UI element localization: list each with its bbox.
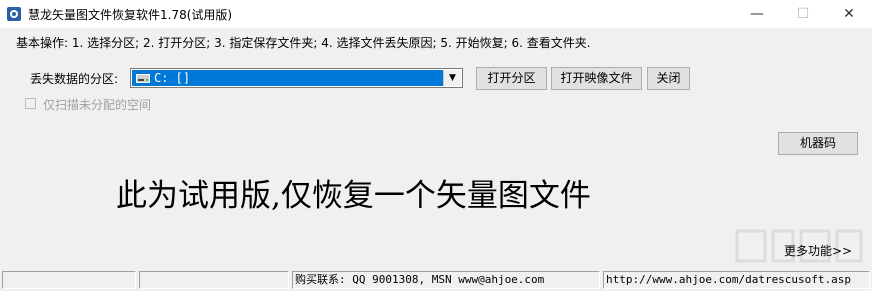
open-image-file-button[interactable]: 打开映像文件 bbox=[551, 67, 642, 90]
status-pane-2 bbox=[139, 271, 289, 289]
scan-unallocated-label: 仅扫描未分配的空间 bbox=[43, 98, 152, 112]
partition-selected-value: C: [] bbox=[132, 70, 443, 86]
minimize-button[interactable]: — bbox=[734, 0, 780, 28]
machine-code-button[interactable]: 机器码 bbox=[778, 132, 858, 155]
more-features-link[interactable]: 更多功能>> bbox=[784, 242, 852, 259]
drive-icon bbox=[136, 74, 150, 83]
title-bar: 慧龙矢量图文件恢复软件1.78(试用版) — ☐ ✕ bbox=[0, 0, 872, 28]
status-bar: 购买联系: QQ 9001308, MSN www@ahjoe.com http… bbox=[0, 268, 872, 291]
partition-select[interactable]: C: [] ▼ bbox=[130, 68, 463, 88]
trial-banner: 此为试用版,仅恢复一个矢量图文件 bbox=[116, 178, 591, 214]
status-contact: 购买联系: QQ 9001308, MSN www@ahjoe.com bbox=[292, 271, 600, 289]
scan-unallocated-checkbox[interactable] bbox=[25, 98, 36, 109]
close-window-button[interactable]: ✕ bbox=[826, 0, 872, 28]
open-partition-button[interactable]: 打开分区 bbox=[476, 67, 547, 90]
instructions-text: 基本操作: 1. 选择分区; 2. 打开分区; 3. 指定保存文件夹; 4. 选… bbox=[16, 36, 591, 50]
partition-selected-text: C: [] bbox=[154, 71, 191, 85]
maximize-button[interactable]: ☐ bbox=[780, 0, 826, 28]
partition-label: 丢失数据的分区: bbox=[30, 72, 119, 86]
window-title: 慧龙矢量图文件恢复软件1.78(试用版) bbox=[28, 8, 233, 22]
status-pane-1 bbox=[2, 271, 136, 289]
status-url: http://www.ahjoe.com/datrescusoft.asp bbox=[603, 271, 870, 289]
app-icon bbox=[7, 7, 21, 21]
chevron-down-icon[interactable]: ▼ bbox=[443, 70, 461, 86]
close-button[interactable]: 关闭 bbox=[647, 67, 690, 90]
